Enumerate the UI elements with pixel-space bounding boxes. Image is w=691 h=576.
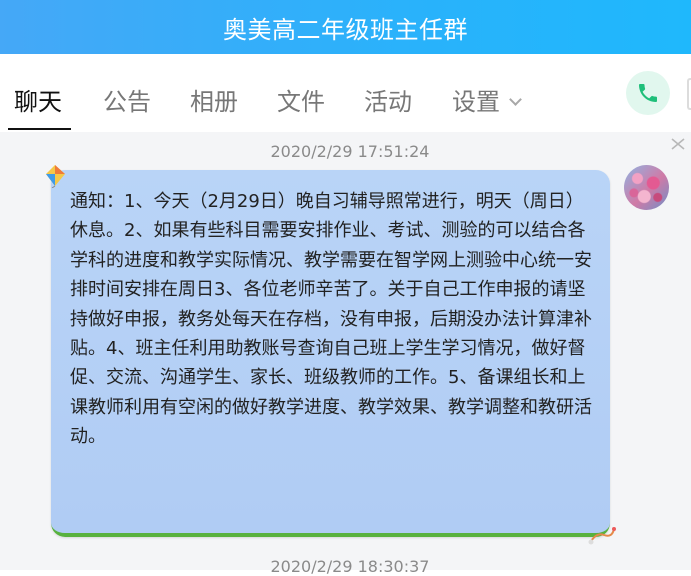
message-text: 通知：1、今天（2月29日）晚自习辅导照常进行，明天（周日）休息。2、如果有些科…: [70, 191, 592, 448]
avatar[interactable]: [624, 165, 669, 210]
tab-announcements[interactable]: 公告: [103, 82, 151, 117]
window-title-bar: 奥美高二年级班主任群: [0, 0, 691, 54]
tab-settings-label: 设置: [452, 88, 500, 116]
bubble-decoration-icon: [588, 527, 616, 545]
close-icon[interactable]: [670, 138, 686, 150]
chevron-down-icon: [509, 93, 522, 106]
tab-chat[interactable]: 聊天: [14, 82, 62, 117]
tab-album[interactable]: 相册: [190, 82, 238, 117]
collapsed-panel-edge[interactable]: [687, 78, 691, 110]
window-title: 奥美高二年级班主任群: [223, 15, 468, 44]
active-tab-indicator: [8, 128, 71, 130]
tab-settings[interactable]: 设置: [452, 82, 522, 117]
tab-activities[interactable]: 活动: [364, 82, 412, 117]
message-timestamp: 2020/2/29 17:51:24: [270, 142, 430, 161]
message-timestamp-2: 2020/2/29 18:30:37: [270, 557, 430, 576]
tab-bar: 聊天 公告 相册 文件 活动 设置: [0, 54, 691, 133]
phone-icon: [639, 84, 657, 102]
tab-files[interactable]: 文件: [277, 82, 325, 117]
call-button[interactable]: [626, 71, 670, 115]
message-bubble[interactable]: 通知：1、今天（2月29日）晚自习辅导照常进行，明天（周日）休息。2、如果有些科…: [51, 170, 610, 537]
kite-icon: [46, 165, 65, 188]
